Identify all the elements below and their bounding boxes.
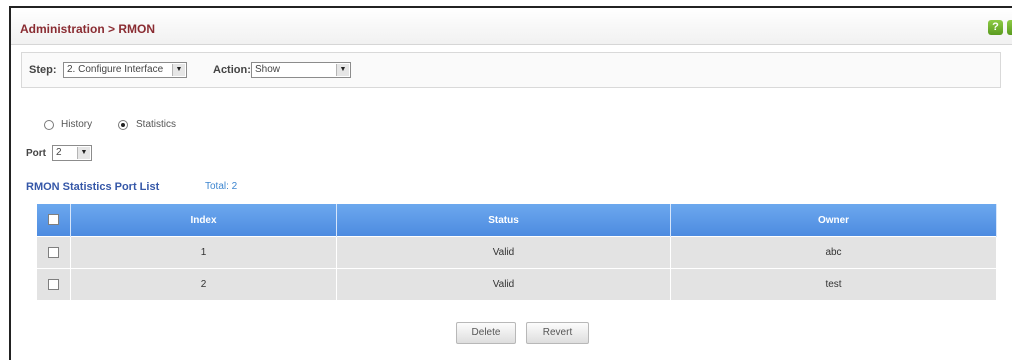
step-action-toolbar: Step: 2. Configure Interface ▼ Action: S…: [21, 52, 1001, 88]
total-count: Total: 2: [205, 181, 238, 192]
port-list-title: RMON Statistics Port List: [26, 181, 160, 193]
port-label: Port: [26, 148, 46, 159]
select-all-cell: [37, 204, 71, 237]
statistics-label: Statistics: [136, 119, 177, 130]
help-icon[interactable]: ?: [988, 20, 1003, 35]
table-header-row: Index Status Owner: [37, 204, 997, 237]
row-select-cell: [37, 236, 71, 269]
row-select-cell: [37, 268, 71, 300]
action-value: Show: [255, 64, 281, 75]
column-header-status: Status: [336, 204, 671, 237]
history-label: History: [61, 119, 93, 130]
index-cell: 2: [70, 268, 337, 300]
step-label: Step:: [29, 64, 57, 76]
port-select[interactable]: 2 ▼: [52, 145, 92, 161]
step-select[interactable]: 2. Configure Interface ▼: [63, 62, 187, 78]
owner-cell: test: [670, 268, 997, 300]
status-cell: Valid: [336, 268, 671, 300]
select-all-checkbox[interactable]: [48, 214, 59, 226]
status-cell: Valid: [336, 236, 671, 269]
index-cell: 1: [70, 236, 337, 269]
statistics-radio[interactable]: [118, 120, 128, 130]
action-select[interactable]: Show ▼: [251, 62, 351, 78]
title-bar: Administration > RMON ?: [11, 8, 1012, 45]
revert-button[interactable]: Revert: [526, 322, 589, 344]
port-value: 2: [56, 147, 62, 158]
statistics-table: Index Status Owner 1 Valid abc 2 Valid t…: [37, 204, 997, 300]
table-row: 2 Valid test: [37, 268, 997, 300]
action-label: Action:: [213, 64, 251, 76]
page-title: Administration > RMON: [20, 22, 156, 36]
dropdown-arrow-icon: ▼: [172, 64, 185, 76]
history-radio[interactable]: [44, 120, 54, 130]
secondary-icon[interactable]: [1007, 20, 1012, 35]
dropdown-arrow-icon: ▼: [336, 64, 349, 76]
step-value: 2. Configure Interface: [67, 64, 164, 75]
column-header-index: Index: [70, 204, 337, 237]
row-checkbox[interactable]: [48, 246, 59, 258]
table-row: 1 Valid abc: [37, 236, 997, 269]
row-checkbox[interactable]: [48, 278, 59, 290]
column-header-owner: Owner: [670, 204, 997, 237]
dropdown-arrow-icon: ▼: [77, 147, 90, 159]
owner-cell: abc: [670, 236, 997, 269]
delete-button[interactable]: Delete: [456, 322, 516, 344]
rmon-frame: Administration > RMON ? Step: 2. Configu…: [9, 6, 1012, 360]
